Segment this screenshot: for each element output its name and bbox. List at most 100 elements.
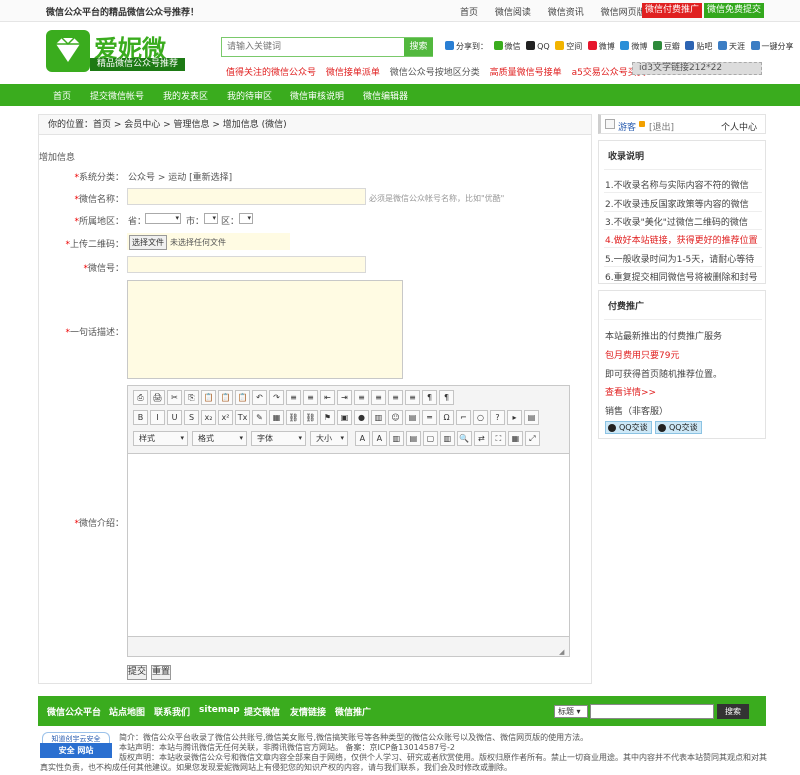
editor-tool-icon[interactable]: ⎘ xyxy=(184,390,199,405)
font-select[interactable]: 字体 xyxy=(251,431,306,446)
qq-chat-button[interactable]: QQ交谈 xyxy=(605,421,652,434)
editor-tool-icon[interactable]: ▣ xyxy=(337,410,352,425)
nav-home[interactable]: 首页 xyxy=(53,89,71,102)
toplink-home[interactable]: 首页 xyxy=(460,8,478,18)
editor-tool-icon[interactable]: ≡ xyxy=(371,390,386,405)
qq-icon[interactable] xyxy=(526,41,536,50)
editor-tool-icon[interactable]: A xyxy=(371,431,387,446)
share-qzone[interactable]: 空间 xyxy=(566,42,582,51)
style-select[interactable]: 样式 xyxy=(133,431,188,446)
province-select[interactable]: ▾ xyxy=(145,213,181,224)
share-douban[interactable]: 豆瓣 xyxy=(664,42,680,51)
hotlink[interactable]: 值得关注的微信公众号 xyxy=(226,68,316,78)
share-tianya[interactable]: 天涯 xyxy=(729,42,745,51)
promo-details-link[interactable]: 查看详情>> xyxy=(605,385,656,398)
editor-tool-icon[interactable]: ▥ xyxy=(371,410,386,425)
editor-tool-icon[interactable]: ⛓ xyxy=(286,410,301,425)
nav-pending[interactable]: 我的待审区 xyxy=(227,89,272,102)
editor-tool-icon[interactable]: ≡ xyxy=(303,390,318,405)
editor-tool-icon[interactable]: ⤢ xyxy=(524,431,540,446)
hotlink[interactable]: 高质量微信号接单 xyxy=(490,68,562,78)
tieba-icon[interactable] xyxy=(685,41,695,50)
toplink-news[interactable]: 微信资讯 xyxy=(548,8,584,18)
editor-tool-icon[interactable]: ⛓ xyxy=(303,410,318,425)
editor-tool-icon[interactable]: 📋 xyxy=(218,390,233,405)
editor-tool-icon[interactable]: U xyxy=(167,410,182,425)
editor-tool-icon[interactable]: I xyxy=(150,410,165,425)
editor-tool-icon[interactable]: ↶ xyxy=(252,390,267,405)
qzone-icon[interactable] xyxy=(555,41,565,50)
nav-my-posts[interactable]: 我的发表区 xyxy=(163,89,208,102)
editor-tool-icon[interactable]: ═ xyxy=(422,410,437,425)
choose-file-button[interactable]: 选择文件 xyxy=(129,235,167,250)
editor-tool-icon[interactable]: x² xyxy=(218,410,233,425)
editor-tool-icon[interactable]: ⇤ xyxy=(320,390,335,405)
nav-submit[interactable]: 提交微信帐号 xyxy=(90,89,144,102)
editor-tool-icon[interactable]: Ω xyxy=(439,410,454,425)
one-click-share-icon[interactable] xyxy=(750,41,760,50)
editor-tool-icon[interactable]: Tx xyxy=(235,410,250,425)
editor-tool-icon[interactable]: ✎ xyxy=(252,410,267,425)
paid-promo-button[interactable]: 微信付费推广 xyxy=(642,3,702,18)
share-tieba[interactable]: 贴吧 xyxy=(696,42,712,51)
wechat-name-input[interactable] xyxy=(127,188,366,205)
qq-chat-button[interactable]: QQ交谈 xyxy=(655,421,702,434)
editor-tool-icon[interactable]: S xyxy=(184,410,199,425)
footer-link[interactable]: 提交微信 xyxy=(244,705,280,718)
editor-tool-icon[interactable]: ⇥ xyxy=(337,390,352,405)
editor-tool-icon[interactable]: ▢ xyxy=(422,431,438,446)
rule-item-highlight[interactable]: 4.做好本站链接，获得更好的推荐位置 xyxy=(605,233,758,246)
editor-tool-icon[interactable]: ✂ xyxy=(167,390,182,405)
search-input[interactable] xyxy=(222,38,404,56)
wechat-id-input[interactable] xyxy=(127,256,366,273)
footer-link[interactable]: 微信公众平台 xyxy=(47,705,101,718)
share-weibo[interactable]: 微博 xyxy=(599,42,615,51)
hotlink[interactable]: 微信公众号按地区分类 xyxy=(390,68,480,78)
editor-tool-icon[interactable]: ⇄ xyxy=(473,431,489,446)
city-select[interactable]: ▾ xyxy=(204,213,218,224)
editor-tool-icon[interactable]: 🖨 xyxy=(150,390,165,405)
logout-link[interactable]: [退出] xyxy=(649,120,674,133)
free-submit-button[interactable]: 微信免费提交 xyxy=(704,3,764,18)
footer-link[interactable]: 联系我们 xyxy=(154,705,190,718)
search-button[interactable]: 搜索 xyxy=(404,38,433,56)
share-all[interactable]: 一键分享 xyxy=(762,42,794,51)
reset-button[interactable]: 重置 xyxy=(151,665,171,680)
wechat-icon[interactable] xyxy=(493,41,503,50)
nav-review-rules[interactable]: 微信审核说明 xyxy=(290,89,344,102)
district-select[interactable]: ▾ xyxy=(239,213,253,224)
editor-tool-icon[interactable]: ↷ xyxy=(269,390,284,405)
hotlink[interactable]: 微信接单派单 xyxy=(326,68,380,78)
category-value[interactable]: 公众号 > 运动 [重新选择] xyxy=(128,170,232,183)
editor-tool-icon[interactable]: ● xyxy=(354,410,369,425)
editor-tool-icon[interactable]: ≡ xyxy=(286,390,301,405)
editor-tool-icon[interactable]: A xyxy=(354,431,370,446)
footer-link[interactable]: sitemap xyxy=(199,705,240,715)
share-wechat[interactable]: 微信 xyxy=(505,42,521,51)
text-ad-slot[interactable]: id3文字链接212*22 xyxy=(632,62,762,75)
format-select[interactable]: 格式 xyxy=(192,431,247,446)
editor-tool-icon[interactable]: ? xyxy=(490,410,505,425)
share-qq[interactable]: QQ xyxy=(537,42,550,51)
editor-tool-icon[interactable]: ≡ xyxy=(354,390,369,405)
editor-tool-icon[interactable]: ⌐ xyxy=(456,410,471,425)
editor-tool-icon[interactable]: ≡ xyxy=(405,390,420,405)
footer-search-type-select[interactable]: 标题 ▾ xyxy=(554,705,588,718)
editor-tool-icon[interactable]: ▤ xyxy=(405,431,421,446)
site-logo[interactable]: 爱妮微 精品微信公众号推荐 xyxy=(46,30,186,72)
editor-tool-icon[interactable]: ⎙ xyxy=(133,390,148,405)
footer-link[interactable]: 站点地图 xyxy=(109,705,145,718)
footer-link[interactable]: 微信推广 xyxy=(335,705,371,718)
editor-tool-icon[interactable]: ▤ xyxy=(524,410,539,425)
editor-tool-icon[interactable]: ▦ xyxy=(269,410,284,425)
editor-tool-icon[interactable]: B xyxy=(133,410,148,425)
editor-tool-icon[interactable]: 📋 xyxy=(201,390,216,405)
editor-tool-icon[interactable]: 🔍 xyxy=(456,431,472,446)
editor-tool-icon[interactable]: ¶ xyxy=(439,390,454,405)
user-center-link[interactable]: 个人中心 xyxy=(721,120,757,133)
editor-tool-icon[interactable]: ▦ xyxy=(507,431,523,446)
editor-tool-icon[interactable]: ▥ xyxy=(388,431,404,446)
weibo-icon[interactable] xyxy=(587,41,597,50)
editor-tool-icon[interactable]: 📋 xyxy=(235,390,250,405)
douban-icon[interactable] xyxy=(652,41,662,50)
